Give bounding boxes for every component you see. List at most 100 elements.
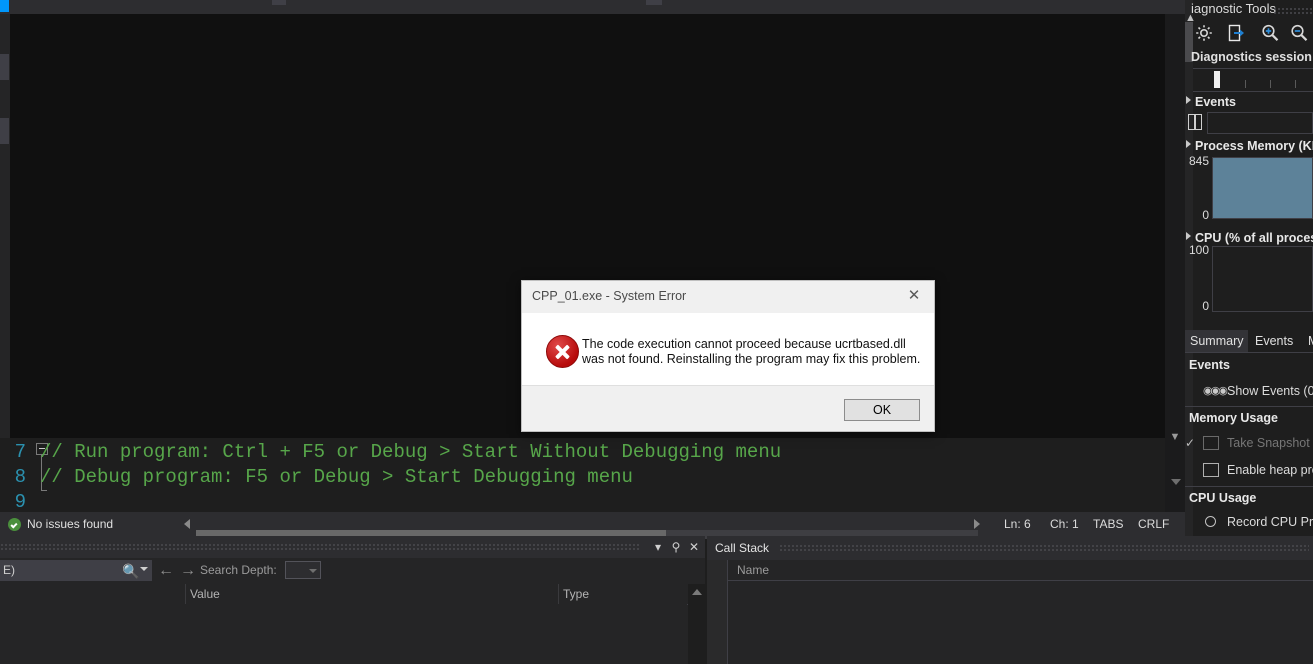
visual-studio-window: 7 8 9 // Run program: Ctrl + F5 or Debug… (0, 0, 1313, 664)
chevron-down-icon[interactable]: ▾ (650, 539, 666, 555)
scroll-up-arrow-icon[interactable] (692, 589, 702, 595)
diagnostic-tabs: Summary Events M (1185, 330, 1313, 353)
chevron-down-icon[interactable]: ▼ (1167, 429, 1183, 445)
process-memory-graph[interactable] (1212, 157, 1313, 219)
events-track-icon (1188, 114, 1202, 130)
code-line-8: // Debug program: F5 or Debug > Start De… (40, 466, 633, 488)
panel-drag-dots (0, 543, 640, 551)
memory-axis-max: 845 (1188, 154, 1209, 168)
issues-indicator[interactable]: No issues found (8, 512, 113, 536)
column-separator[interactable] (558, 584, 559, 604)
autos-panel-header: ▾ ⚲ ✕ (0, 536, 705, 558)
active-tab-accent (0, 0, 9, 12)
cpu-axis-min: 0 (1202, 299, 1209, 313)
camera-icon (1203, 436, 1219, 450)
cpu-axis-max: 100 (1188, 243, 1209, 257)
editor-margin-mark-1 (0, 54, 9, 80)
zoom-in-icon[interactable] (1259, 22, 1281, 44)
radio-icon[interactable] (1205, 516, 1216, 527)
cpu-usage-graph[interactable] (1212, 246, 1313, 312)
chevron-down-icon (309, 569, 317, 573)
search-options-caret-icon[interactable] (140, 567, 148, 571)
tab-events[interactable]: Events (1250, 330, 1298, 352)
status-line-ending[interactable]: CRLF (1138, 512, 1169, 536)
diagnostic-tools-panel: ▲ iagnostic Tools Diagnostics session: 8… (1185, 0, 1313, 536)
search-depth-select[interactable] (285, 561, 321, 579)
search-depth-label: Search Depth: (200, 563, 277, 577)
scroll-down-arrow-icon[interactable] (1171, 479, 1181, 485)
dialog-message: The code execution cannot proceed becaus… (582, 337, 921, 366)
scroll-right-arrow-icon[interactable] (974, 519, 980, 529)
column-separator[interactable] (185, 584, 186, 604)
column-header-value[interactable]: Value (190, 584, 220, 604)
tab-marker-2 (646, 0, 662, 5)
section-divider (1185, 486, 1313, 487)
diagnostic-tools-title: iagnostic Tools (1191, 1, 1277, 16)
status-tabs-mode[interactable]: TABS (1093, 512, 1123, 536)
diagnostics-session-label: Diagnostics session: 8 (1191, 50, 1313, 64)
autos-grid-body[interactable] (0, 604, 687, 664)
editor-status-bar: No issues found Ln: 6 Ch: 1 TABS CRLF (0, 512, 1185, 539)
events-expander-icon[interactable] (1186, 96, 1191, 104)
tab-marker-1 (272, 0, 286, 5)
close-icon[interactable]: ✕ (686, 539, 702, 555)
cpu-usage-heading: CPU Usage (1189, 491, 1257, 505)
call-stack-gutter (707, 560, 728, 664)
code-editor[interactable]: 7 8 9 // Run program: Ctrl + F5 or Debug… (0, 14, 1185, 513)
diagnostic-panel-scrollbar[interactable] (1185, 0, 1193, 536)
autos-column-headers: Value Type (0, 584, 705, 605)
call-stack-title: Call Stack (715, 541, 770, 555)
heap-icon (1203, 463, 1219, 477)
diagnostics-timeline-ruler[interactable] (1193, 68, 1313, 92)
process-memory-label: Process Memory (KB) (1195, 139, 1313, 153)
memory-usage-area (1213, 158, 1312, 218)
editor-margin-mark-2 (0, 118, 9, 144)
line-number-8: 8 (14, 466, 26, 488)
dialog-footer: OK (522, 385, 934, 431)
memory-expander-icon[interactable] (1186, 140, 1191, 148)
tab-summary[interactable]: Summary (1185, 330, 1249, 352)
diagnostic-toolbar (1185, 18, 1313, 46)
status-char-number: Ch: 1 (1050, 517, 1079, 531)
dialog-title: CPP_01.exe - System Error (532, 289, 687, 303)
enable-heap-profiling-link[interactable]: Enable heap profi (1227, 461, 1313, 479)
search-next-icon[interactable]: → (180, 562, 196, 580)
export-icon[interactable] (1226, 22, 1248, 44)
timeline-tick (1295, 80, 1296, 88)
diagnostics-events-label: Events (1195, 95, 1236, 109)
call-stack-panel: Call Stack Name (707, 536, 1313, 664)
pin-icon[interactable]: ⚲ (668, 539, 684, 555)
gear-icon[interactable] (1193, 22, 1215, 44)
autos-panel: ▾ ⚲ ✕ E) 🔍 ← → Search Depth: Value Type (0, 536, 705, 664)
tab-memory[interactable]: M (1303, 330, 1313, 352)
search-icon[interactable]: 🔍 (122, 563, 139, 580)
cpu-expander-icon[interactable] (1186, 232, 1191, 240)
take-snapshot-link[interactable]: Take Snapshot (1227, 434, 1310, 452)
timeline-marker[interactable] (1214, 71, 1220, 88)
ok-button[interactable]: OK (844, 399, 920, 421)
check-circle-icon (8, 517, 21, 531)
summary-events-heading: Events (1189, 358, 1230, 372)
record-cpu-profile-link[interactable]: Record CPU Profil (1227, 513, 1313, 531)
code-line-7: // Run program: Ctrl + F5 or Debug > Sta… (40, 441, 782, 463)
line-number-7: 7 (14, 441, 26, 463)
close-icon[interactable]: ✕ (900, 285, 928, 307)
zoom-out-icon[interactable] (1288, 22, 1310, 44)
code-fold-line-end (41, 490, 47, 491)
editor-tab-strip (0, 0, 1185, 14)
timeline-tick (1270, 80, 1271, 88)
scroll-left-arrow-icon[interactable] (184, 519, 190, 529)
search-prev-icon[interactable]: ← (158, 562, 174, 580)
section-divider (1185, 406, 1313, 407)
autos-vertical-scrollbar[interactable] (688, 584, 705, 664)
events-track-lane[interactable] (1207, 112, 1313, 134)
show-events-link[interactable]: Show Events (0 of (1227, 382, 1313, 400)
column-header-type[interactable]: Type (563, 584, 589, 604)
issues-label: No issues found (27, 517, 114, 531)
memory-usage-heading: Memory Usage (1189, 411, 1278, 425)
cpu-label: CPU (% of all process (1195, 231, 1313, 245)
editor-vertical-scrollbar[interactable]: ▼ (1165, 14, 1185, 512)
error-icon (546, 335, 579, 368)
code-text-area[interactable]: 7 8 9 // Run program: Ctrl + F5 or Debug… (0, 438, 1165, 513)
column-header-name[interactable]: Name (737, 560, 769, 580)
